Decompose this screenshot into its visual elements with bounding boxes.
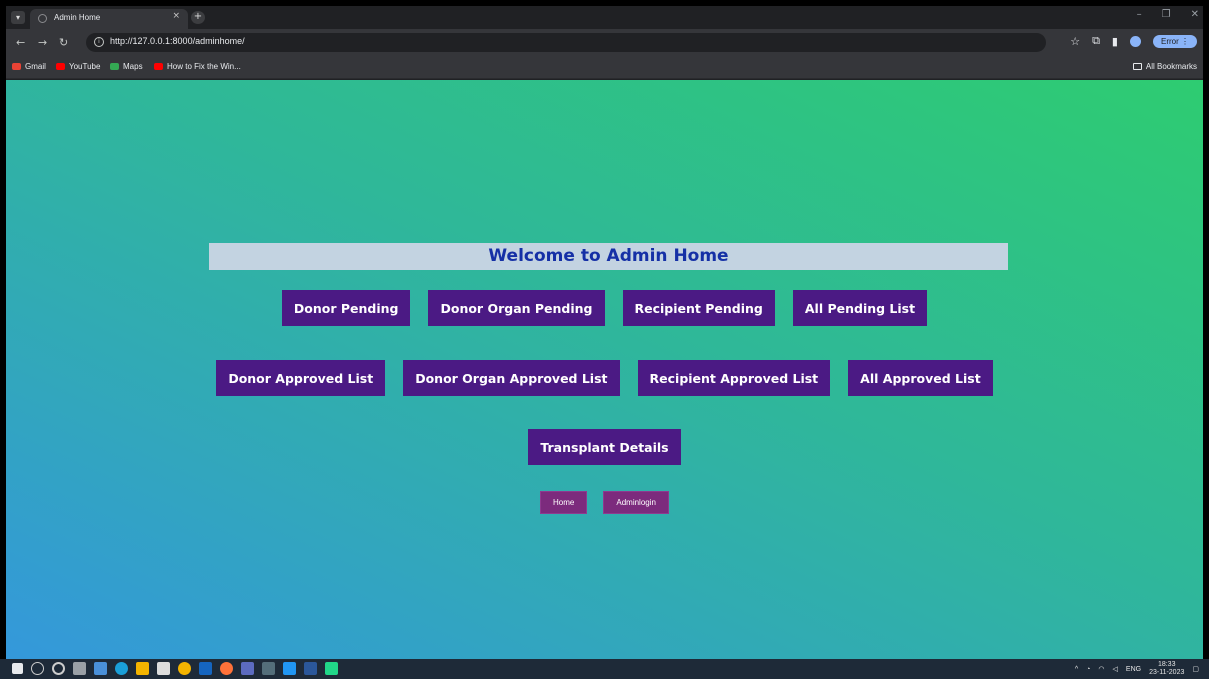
site-info-icon[interactable]: i [94, 37, 104, 47]
system-tray: ^ ◔ ◠ ◁ ENG 18:33 23-11-2023 ▢ [1075, 661, 1199, 677]
window-controls: – ❐ ✕ [1137, 9, 1199, 20]
widgets-icon[interactable] [94, 662, 107, 675]
browser-toolbar: ← → ↻ i http://127.0.0.1:8000/adminhome/… [6, 29, 1203, 56]
bookmarks-bar: Gmail YouTube Maps How to Fix the Win...… [6, 56, 1203, 79]
gmail-icon [12, 63, 21, 70]
forward-arrow-icon[interactable]: → [38, 36, 47, 49]
extensions-icon[interactable]: ⧉ [1092, 34, 1100, 48]
reload-icon[interactable]: ↻ [59, 36, 68, 49]
error-label: Error [1160, 36, 1179, 46]
welcome-banner: Welcome to Admin Home [209, 243, 1008, 270]
all-bookmarks[interactable]: All Bookmarks [1132, 62, 1197, 71]
word-icon[interactable] [304, 662, 317, 675]
side-panel-icon[interactable]: ▮ [1112, 35, 1118, 48]
all-bookmarks-label: All Bookmarks [1145, 62, 1197, 71]
language-indicator[interactable]: ENG [1126, 666, 1141, 673]
page-viewport: Welcome to Admin Home Donor Pending Dono… [6, 80, 1203, 659]
recipient-pending-button[interactable]: Recipient Pending [622, 290, 775, 326]
volume-icon[interactable]: ◁ [1113, 665, 1118, 673]
vscode-icon[interactable] [283, 662, 296, 675]
app-icon[interactable] [241, 662, 254, 675]
network-icon[interactable]: ◔ [1086, 666, 1090, 673]
search-icon[interactable] [31, 662, 44, 675]
cortana-icon[interactable] [52, 662, 65, 675]
browser-window: ▾ Admin Home × + – ❐ ✕ ← → ↻ i http://12… [6, 6, 1203, 659]
profile-icon[interactable] [1129, 35, 1141, 47]
address-bar[interactable]: i http://127.0.0.1:8000/adminhome/ [86, 33, 1046, 52]
donor-approved-list-button[interactable]: Donor Approved List [216, 360, 386, 396]
toolbar-actions: ☆ ⧉ ▮ Error ⋮ [1070, 34, 1197, 48]
edge-icon[interactable] [115, 662, 128, 675]
tab-search-icon[interactable]: ▾ [11, 11, 25, 24]
bookmark-gmail[interactable]: Gmail [12, 62, 46, 71]
error-button[interactable]: Error ⋮ [1152, 34, 1197, 48]
tab-close-icon[interactable]: × [172, 11, 180, 21]
windows-start-icon[interactable] [12, 663, 23, 674]
url-text: http://127.0.0.1:8000/adminhome/ [110, 36, 245, 46]
home-button[interactable]: Home [540, 491, 588, 514]
youtube-icon [56, 63, 65, 70]
donor-pending-button[interactable]: Donor Pending [281, 290, 411, 326]
nav-links-row: Home Adminlogin [6, 491, 1203, 514]
tab-strip: ▾ Admin Home × + – ❐ ✕ [6, 6, 1203, 29]
new-tab-button[interactable]: + [191, 11, 205, 24]
tab-admin-home[interactable]: Admin Home × [30, 9, 188, 29]
firefox-icon[interactable] [220, 662, 233, 675]
all-approved-list-button[interactable]: All Approved List [848, 360, 993, 396]
bookmark-label: How to Fix the Win... [167, 62, 241, 71]
restore-icon[interactable]: ❐ [1162, 9, 1171, 20]
mail-icon[interactable] [157, 662, 170, 675]
favicon-icon [38, 14, 47, 23]
notifications-icon[interactable]: ▢ [1192, 665, 1199, 673]
all-pending-list-button[interactable]: All Pending List [792, 290, 928, 326]
task-view-icon[interactable] [73, 662, 86, 675]
bookmark-label: YouTube [69, 62, 101, 71]
close-window-icon[interactable]: ✕ [1191, 9, 1199, 20]
maps-icon [110, 63, 119, 70]
clock[interactable]: 18:33 23-11-2023 [1149, 661, 1184, 677]
bookmark-maps[interactable]: Maps [110, 62, 143, 71]
minimize-icon[interactable]: – [1137, 9, 1142, 20]
folder-icon [1132, 63, 1142, 70]
back-arrow-icon[interactable]: ← [16, 36, 25, 49]
transplant-details-button[interactable]: Transplant Details [528, 429, 681, 465]
photos-icon[interactable] [199, 662, 212, 675]
bookmark-label: Maps [123, 62, 143, 71]
windows-taskbar: ^ ◔ ◠ ◁ ENG 18:33 23-11-2023 ▢ [0, 659, 1209, 679]
chrome-icon[interactable] [178, 662, 191, 675]
donor-organ-approved-list-button[interactable]: Donor Organ Approved List [403, 360, 620, 396]
bookmark-star-icon[interactable]: ☆ [1070, 35, 1080, 48]
tab-title: Admin Home [54, 13, 101, 22]
clock-time: 18:33 [1157, 661, 1176, 668]
wifi-icon[interactable]: ◠ [1098, 665, 1104, 673]
pending-buttons-row: Donor Pending Donor Organ Pending Recipi… [6, 290, 1203, 326]
youtube-icon [154, 63, 163, 70]
adminlogin-button[interactable]: Adminlogin [603, 491, 669, 514]
clock-date: 23-11-2023 [1149, 669, 1185, 676]
bookmark-label: Gmail [25, 62, 46, 71]
page-title: Welcome to Admin Home [488, 246, 729, 266]
bookmark-youtube[interactable]: YouTube [56, 62, 100, 71]
pycharm-icon[interactable] [325, 662, 338, 675]
transplant-row: Transplant Details [6, 429, 1203, 465]
store-icon[interactable] [136, 662, 149, 675]
approved-buttons-row: Donor Approved List Donor Organ Approved… [6, 360, 1203, 396]
taskbar-apps [12, 662, 338, 675]
tray-chevron-icon[interactable]: ^ [1075, 666, 1078, 673]
donor-organ-pending-button[interactable]: Donor Organ Pending [428, 290, 605, 326]
recipient-approved-list-button[interactable]: Recipient Approved List [637, 360, 831, 396]
bookmark-how-to-fix[interactable]: How to Fix the Win... [154, 62, 241, 71]
terminal-icon[interactable] [262, 662, 275, 675]
